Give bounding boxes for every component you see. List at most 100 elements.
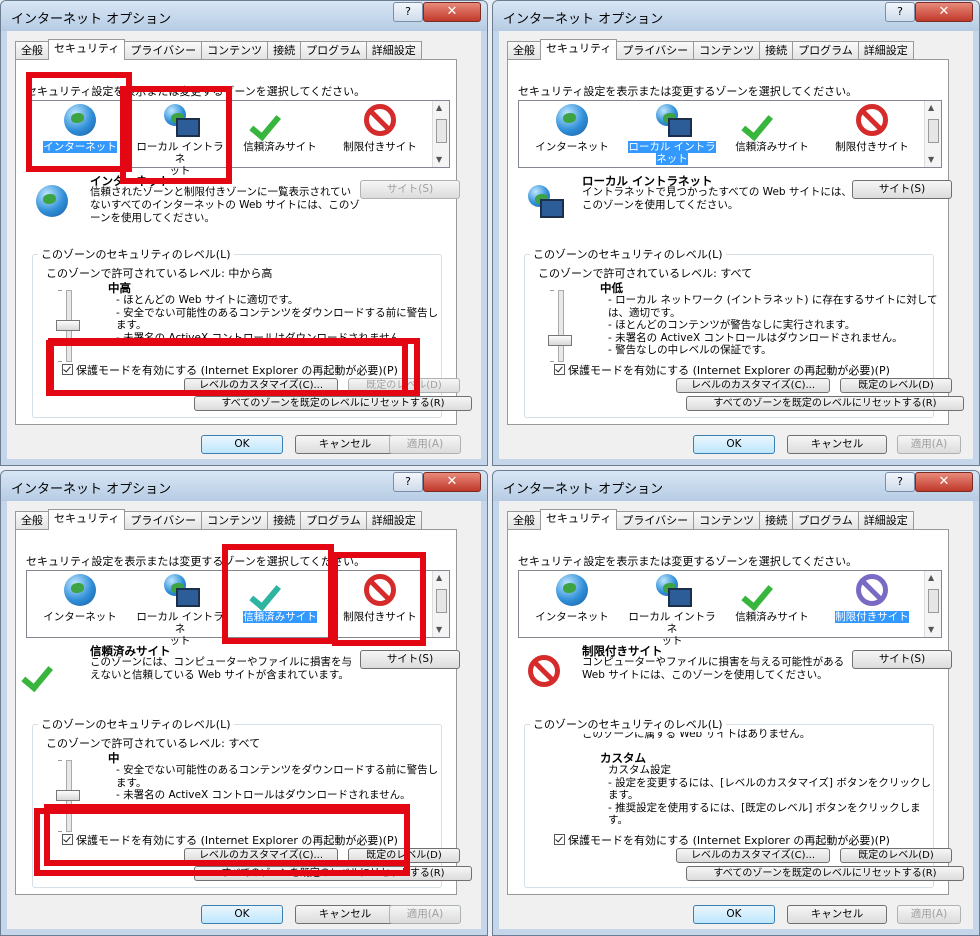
scroll-down-icon[interactable]: ▼ <box>436 625 442 634</box>
close-button[interactable]: ✕ <box>423 472 481 492</box>
zone-scrollbar[interactable]: ▲ ▼ <box>924 101 941 167</box>
zone-list[interactable]: インターネットローカル イントラネット信頼済みサイト制限付きサイト▲▼ <box>518 100 942 168</box>
scroll-thumb[interactable] <box>436 119 447 143</box>
tab-2[interactable]: プライバシー <box>616 511 695 530</box>
tab-0[interactable]: 全般 <box>507 41 541 60</box>
scroll-down-icon[interactable]: ▼ <box>928 155 934 164</box>
tab-0[interactable]: 全般 <box>15 41 49 60</box>
scroll-thumb[interactable] <box>436 589 447 613</box>
apply-button[interactable]: 適用(A) <box>389 905 461 924</box>
zone-1[interactable]: ローカル イントラネット <box>135 571 225 647</box>
ok-button[interactable]: OK <box>693 905 775 924</box>
zone-3[interactable]: 制限付きサイト <box>827 571 917 637</box>
tab-3[interactable]: コンテンツ <box>693 41 761 60</box>
apply-button[interactable]: 適用(A) <box>389 435 461 454</box>
tab-0[interactable]: 全般 <box>15 511 49 530</box>
tab-5[interactable]: プログラム <box>792 511 859 530</box>
cancel-button[interactable]: キャンセル <box>787 435 887 454</box>
scroll-thumb[interactable] <box>928 589 939 613</box>
zone-scrollbar[interactable]: ▲ ▼ <box>432 571 449 637</box>
tab-2[interactable]: プライバシー <box>124 511 203 530</box>
zone-1[interactable]: ローカル イントラネット <box>627 571 717 647</box>
zone-0[interactable]: インターネット <box>527 101 617 167</box>
tab-6[interactable]: 詳細設定 <box>857 511 914 530</box>
tab-1[interactable]: セキュリティ <box>540 39 618 60</box>
slider-thumb[interactable] <box>56 790 80 801</box>
slider-ticks <box>550 290 554 362</box>
tab-4[interactable]: 接続 <box>267 511 302 530</box>
tab-5[interactable]: プログラム <box>792 41 859 60</box>
zone-scrollbar[interactable]: ▲ ▼ <box>924 571 941 637</box>
close-button[interactable]: ✕ <box>423 2 481 22</box>
help-button[interactable]: ? <box>393 472 423 492</box>
help-button[interactable]: ? <box>393 2 423 22</box>
zone-label: ローカル イントラネット <box>136 611 224 647</box>
reset-all-zones-button[interactable]: すべてのゾーンを既定のレベルにリセットする(R) <box>686 866 964 881</box>
tab-1[interactable]: セキュリティ <box>540 509 618 530</box>
tab-4[interactable]: 接続 <box>759 511 794 530</box>
protected-mode-checkbox[interactable]: 保護モードを有効にする (Internet Explorer の再起動が必要)(… <box>554 832 890 848</box>
zone-2[interactable]: 信頼済みサイト <box>727 101 817 167</box>
tab-1[interactable]: セキュリティ <box>48 39 126 60</box>
slider-track[interactable] <box>558 290 564 362</box>
tab-3[interactable]: コンテンツ <box>693 511 761 530</box>
tab-3[interactable]: コンテンツ <box>201 511 269 530</box>
reset-all-zones-button[interactable]: すべてのゾーンを既定のレベルにリセットする(R) <box>194 396 472 411</box>
scroll-down-icon[interactable]: ▼ <box>436 155 442 164</box>
zone-0[interactable]: インターネット <box>527 571 617 637</box>
scroll-down-icon[interactable]: ▼ <box>928 625 934 634</box>
zone-3[interactable]: 制限付きサイト <box>827 101 917 167</box>
level-description: - ほとんどの Web サイトに適切です。 - 安全でない可能性のあるコンテンツを… <box>116 294 446 344</box>
ok-button[interactable]: OK <box>201 435 283 454</box>
protected-mode-checkbox[interactable]: 保護モードを有効にする (Internet Explorer の再起動が必要)(… <box>554 362 890 378</box>
scroll-up-icon[interactable]: ▲ <box>436 573 442 582</box>
tab-4[interactable]: 接続 <box>759 41 794 60</box>
tab-0[interactable]: 全般 <box>507 511 541 530</box>
tab-1[interactable]: セキュリティ <box>48 509 126 530</box>
sites-button[interactable]: サイト(S) <box>852 650 952 669</box>
ok-button[interactable]: OK <box>693 435 775 454</box>
ok-button[interactable]: OK <box>201 905 283 924</box>
tab-6[interactable]: 詳細設定 <box>857 41 914 60</box>
help-button[interactable]: ? <box>885 2 915 22</box>
cancel-button[interactable]: キャンセル <box>295 905 395 924</box>
scroll-up-icon[interactable]: ▲ <box>928 573 934 582</box>
slider-thumb[interactable] <box>548 335 572 346</box>
custom-level-button[interactable]: レベルのカスタマイズ(C)... <box>676 378 830 393</box>
zone-scrollbar[interactable]: ▲ ▼ <box>432 101 449 167</box>
sites-button[interactable]: サイト(S) <box>360 650 460 669</box>
tab-5[interactable]: プログラム <box>300 41 367 60</box>
custom-level-button[interactable]: レベルのカスタマイズ(C)... <box>676 848 830 863</box>
scroll-thumb[interactable] <box>928 119 939 143</box>
sites-button[interactable]: サイト(S) <box>852 180 952 199</box>
default-level-button[interactable]: 既定のレベル(D) <box>840 848 952 863</box>
sites-button[interactable]: サイト(S) <box>360 180 460 199</box>
zone-list[interactable]: インターネットローカル イントラネット信頼済みサイト制限付きサイト▲▼ <box>518 570 942 647</box>
tab-6[interactable]: 詳細設定 <box>365 511 422 530</box>
zone-1[interactable]: ローカル イントラネット <box>627 101 717 167</box>
checkbox-checked-icon[interactable] <box>554 364 565 375</box>
zone-0[interactable]: インターネット <box>35 571 125 637</box>
apply-button[interactable]: 適用(A) <box>897 435 961 454</box>
close-button[interactable]: ✕ <box>915 2 973 22</box>
zone-2[interactable]: 信頼済みサイト <box>727 571 817 637</box>
tab-5[interactable]: プログラム <box>300 511 367 530</box>
slider-thumb[interactable] <box>56 320 80 331</box>
close-button[interactable]: ✕ <box>915 472 973 492</box>
scroll-up-icon[interactable]: ▲ <box>436 103 442 112</box>
scroll-up-icon[interactable]: ▲ <box>928 103 934 112</box>
tab-2[interactable]: プライバシー <box>616 41 695 60</box>
reset-all-zones-button[interactable]: すべてのゾーンを既定のレベルにリセットする(R) <box>686 396 964 411</box>
apply-button[interactable]: 適用(A) <box>897 905 961 924</box>
checkbox-checked-icon[interactable] <box>554 834 565 845</box>
zone-2[interactable]: 信頼済みサイト <box>235 101 325 167</box>
tab-6[interactable]: 詳細設定 <box>365 41 422 60</box>
cancel-button[interactable]: キャンセル <box>787 905 887 924</box>
tab-2[interactable]: プライバシー <box>124 41 203 60</box>
default-level-button[interactable]: 既定のレベル(D) <box>840 378 952 393</box>
help-button[interactable]: ? <box>885 472 915 492</box>
zone-3[interactable]: 制限付きサイト <box>335 101 425 167</box>
tab-3[interactable]: コンテンツ <box>201 41 269 60</box>
tab-4[interactable]: 接続 <box>267 41 302 60</box>
cancel-button[interactable]: キャンセル <box>295 435 395 454</box>
